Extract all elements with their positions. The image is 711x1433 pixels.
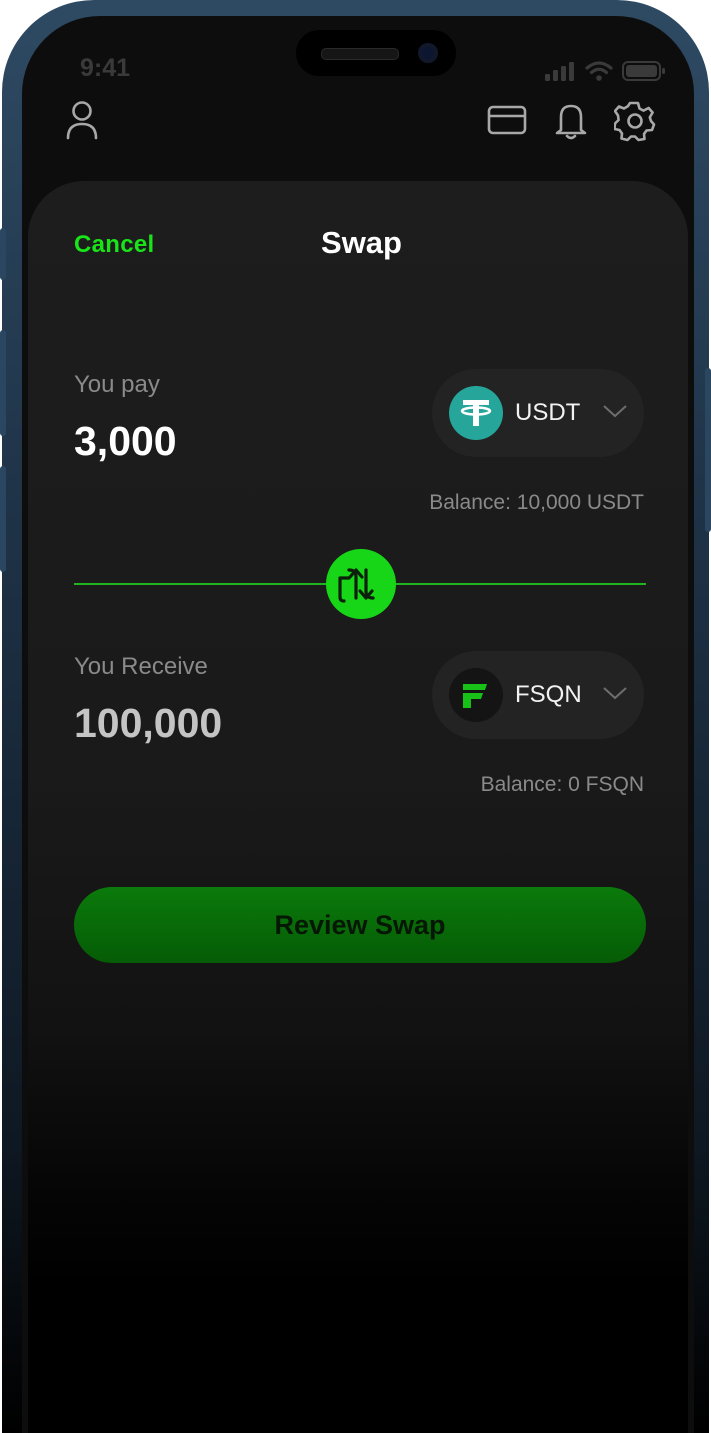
pay-label: You pay (74, 371, 160, 398)
volume-down-button (0, 466, 6, 572)
usdt-icon (449, 386, 503, 440)
gear-icon[interactable] (614, 100, 656, 142)
swap-direction-button[interactable] (326, 549, 396, 619)
status-time: 9:41 (80, 54, 131, 82)
chevron-down-icon (603, 687, 627, 700)
review-swap-button[interactable]: Review Swap (74, 887, 646, 963)
chevron-down-icon (603, 405, 627, 418)
power-button (705, 368, 711, 532)
bell-icon[interactable] (554, 100, 588, 140)
action-button (0, 228, 6, 280)
screen: 9:41 Cancel Swap You pay 3,000 USDT Bala… (22, 16, 694, 1433)
receive-token-selector[interactable]: FSQN (432, 651, 644, 739)
pay-token-symbol: USDT (515, 399, 581, 426)
receive-token-symbol: FSQN (515, 681, 582, 708)
pay-balance: Balance: 10,000 USDT (429, 491, 644, 514)
page-title: Swap (321, 225, 402, 260)
receive-balance: Balance: 0 FSQN (480, 773, 644, 796)
person-icon[interactable] (64, 100, 100, 140)
phone-frame: 9:41 Cancel Swap You pay 3,000 USDT Bala… (0, 0, 711, 1433)
receive-amount: 100,000 (74, 700, 223, 746)
battery-icon (622, 61, 665, 81)
pay-amount[interactable]: 3,000 (74, 418, 177, 465)
card-icon[interactable] (487, 104, 527, 136)
camera-icon (418, 43, 438, 63)
wifi-icon (585, 61, 613, 81)
speaker-grille (321, 48, 399, 60)
fsqn-icon (449, 668, 503, 722)
signal-icon (545, 62, 574, 81)
dynamic-island (296, 30, 456, 76)
swap-card: Cancel Swap You pay 3,000 USDT Balance: … (28, 181, 688, 1433)
pay-token-selector[interactable]: USDT (432, 369, 644, 457)
volume-up-button (0, 330, 6, 436)
status-icons (544, 60, 666, 82)
swap-arrows-icon (338, 568, 375, 603)
receive-label: You Receive (74, 653, 208, 680)
